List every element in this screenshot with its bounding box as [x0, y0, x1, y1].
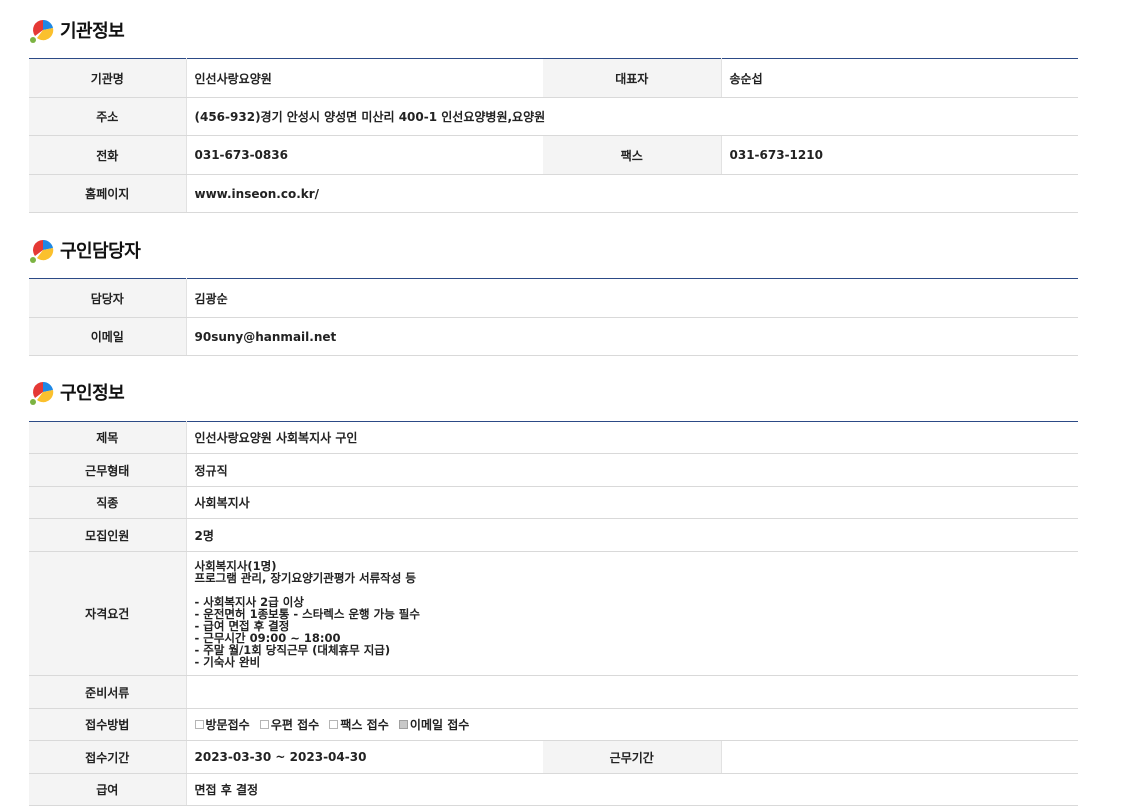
jobtype-label: 직종 — [29, 486, 187, 519]
contact-section-title: 구인담당자 — [60, 241, 141, 262]
section-logo-icon — [30, 381, 54, 405]
org-section-title: 기관정보 — [60, 21, 125, 42]
job-row-jobtype: 직종 사회복지사 — [29, 486, 1079, 519]
apply-period-label: 접수기간 — [29, 740, 187, 774]
qualification-label: 자격요건 — [29, 551, 187, 676]
apply-method-options: 방문접수 우편 접수 팩스 접수 이메일 접수 — [186, 708, 1079, 741]
org-section-header: 기관정보 — [29, 15, 125, 45]
checkbox-icon — [329, 720, 339, 729]
subject-value: 인선사랑요양원 사회복지사 구인 — [186, 421, 1079, 454]
headcount-value: 2명 — [186, 518, 1079, 552]
documents-value — [186, 675, 1079, 709]
job-section-header: 구인정보 — [29, 377, 125, 407]
jobtype-value: 사회복지사 — [186, 486, 1079, 519]
job-row-documents: 준비서류 — [29, 675, 1079, 709]
section-logo-icon — [30, 239, 54, 263]
org-row-phone: 전화 031-673-0836 팩스 031-673-1210 — [29, 135, 1078, 175]
apply-method-email-checkbox[interactable]: 이메일 접수 — [398, 716, 470, 733]
org-info-table: 기관명 인선사랑요양원 대표자 송순섭 주소 (456-932)경기 안성시 양… — [29, 58, 1078, 213]
apply-method-visit-label: 방문접수 — [205, 718, 250, 732]
contact-row-email: 이메일 90suny@hanmail.net — [29, 317, 1078, 356]
job-row-apply-method: 접수방법 방문접수 우편 접수 팩스 접수 이메일 접수 — [29, 708, 1079, 741]
apply-method-visit-checkbox[interactable]: 방문접수 — [194, 716, 250, 733]
fax-value: 031-673-1210 — [721, 135, 1078, 175]
contact-row-manager: 담당자 김광순 — [29, 278, 1078, 318]
job-row-headcount: 모집인원 2명 — [29, 518, 1079, 552]
org-row-homepage: 홈페이지 www.inseon.co.kr/ — [29, 174, 1078, 213]
job-row-qualification: 자격요건 사회복지사(1명) 프로그램 관리, 장기요양기관평가 서류작성 등 … — [29, 551, 1079, 676]
job-info-table: 제목 인선사랑요양원 사회복지사 구인 근무형태 정규직 직종 사회복지사 모집… — [29, 421, 1079, 806]
apply-method-fax-checkbox[interactable]: 팩스 접수 — [329, 716, 389, 733]
worktype-label: 근무형태 — [29, 453, 187, 487]
address-label: 주소 — [29, 97, 187, 136]
qualification-value: 사회복지사(1명) 프로그램 관리, 장기요양기관평가 서류작성 등 - 사회복… — [194, 558, 420, 669]
job-row-subject: 제목 인선사랑요양원 사회복지사 구인 — [29, 421, 1079, 454]
apply-method-fax-label: 팩스 접수 — [340, 718, 389, 732]
contact-section-header: 구인담당자 — [29, 235, 141, 265]
ceo-label: 대표자 — [543, 58, 722, 98]
checkbox-icon — [259, 720, 269, 729]
apply-method-email-label: 이메일 접수 — [409, 718, 470, 732]
contact-info-table: 담당자 김광순 이메일 90suny@hanmail.net — [29, 278, 1078, 356]
org-name-label: 기관명 — [29, 58, 187, 98]
checkbox-icon — [194, 720, 204, 729]
work-period-label: 근무기간 — [543, 740, 722, 774]
org-row-address: 주소 (456-932)경기 안성시 양성면 미산리 400-1 인선요양병원,… — [29, 97, 1078, 136]
apply-period-value: 2023-03-30 ~ 2023-04-30 — [186, 740, 543, 774]
work-period-value — [721, 740, 1079, 774]
ceo-value: 송순섭 — [721, 58, 1078, 98]
job-row-salary: 급여 면접 후 결정 — [29, 773, 1079, 806]
phone-label: 전화 — [29, 135, 187, 175]
apply-method-label: 접수방법 — [29, 708, 187, 741]
salary-value: 면접 후 결정 — [186, 773, 1079, 806]
job-row-worktype: 근무형태 정규직 — [29, 453, 1079, 487]
org-row-name: 기관명 인선사랑요양원 대표자 송순섭 — [29, 58, 1078, 98]
job-section-title: 구인정보 — [60, 383, 125, 404]
salary-label: 급여 — [29, 773, 187, 806]
address-value: (456-932)경기 안성시 양성면 미산리 400-1 인선요양병원,요양원 — [186, 97, 1078, 136]
email-label: 이메일 — [29, 317, 187, 356]
apply-method-mail-checkbox[interactable]: 우편 접수 — [259, 716, 320, 733]
job-row-period: 접수기간 2023-03-30 ~ 2023-04-30 근무기간 — [29, 740, 1079, 774]
manager-value: 김광순 — [186, 278, 1078, 318]
homepage-link[interactable]: www.inseon.co.kr/ — [186, 174, 1078, 213]
email-value[interactable]: 90suny@hanmail.net — [186, 317, 1078, 356]
headcount-label: 모집인원 — [29, 518, 187, 552]
checkbox-checked-icon — [398, 720, 408, 729]
section-logo-icon — [30, 19, 54, 43]
documents-label: 준비서류 — [29, 675, 187, 709]
org-name-value: 인선사랑요양원 — [186, 58, 543, 98]
manager-label: 담당자 — [29, 278, 187, 318]
apply-method-mail-label: 우편 접수 — [270, 718, 320, 732]
fax-label: 팩스 — [543, 135, 722, 175]
phone-value: 031-673-0836 — [186, 135, 543, 175]
homepage-label: 홈페이지 — [29, 174, 187, 213]
worktype-value: 정규직 — [186, 453, 1079, 487]
subject-label: 제목 — [29, 421, 187, 454]
qualification-cell: 사회복지사(1명) 프로그램 관리, 장기요양기관평가 서류작성 등 - 사회복… — [186, 551, 1079, 676]
